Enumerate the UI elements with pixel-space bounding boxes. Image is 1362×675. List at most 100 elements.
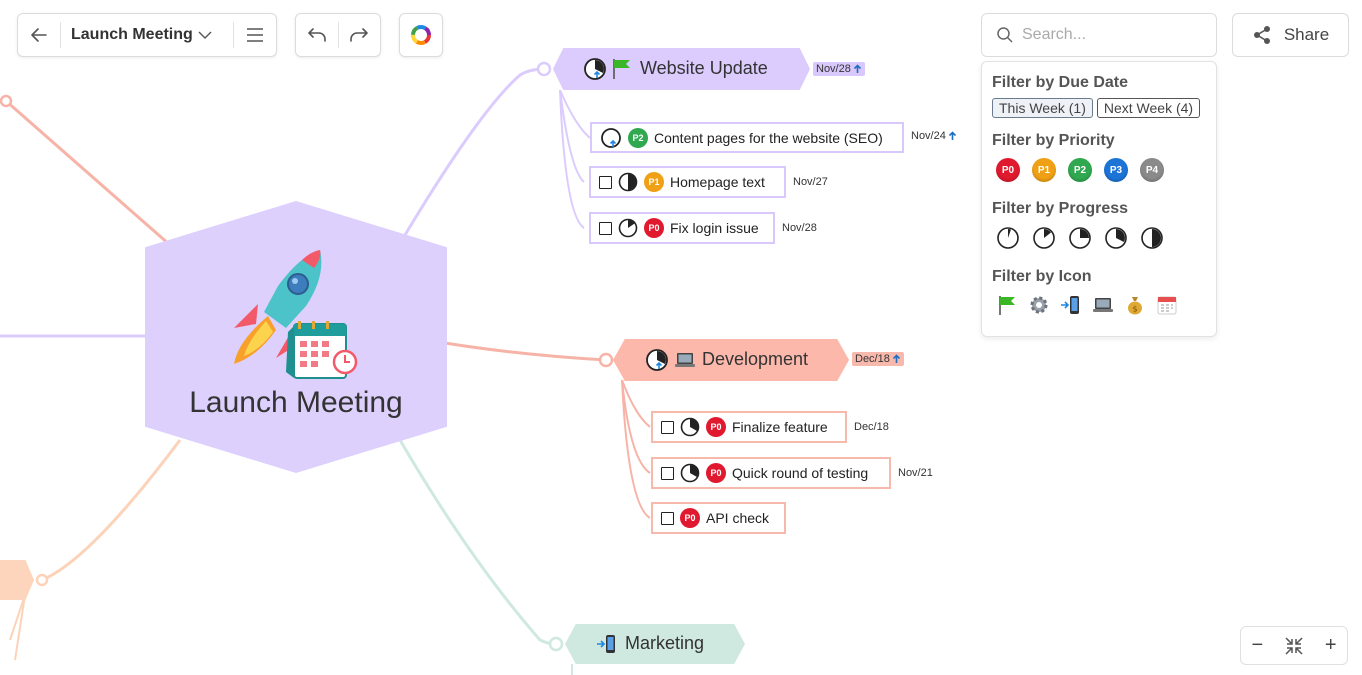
hamburger-menu-icon (247, 28, 263, 42)
theme-toolbar (399, 13, 443, 57)
task-label: Homepage text (670, 174, 765, 190)
rocket-calendar-icon (234, 250, 358, 379)
priority-badge: P2 (628, 127, 648, 148)
map-title: Launch Meeting (71, 26, 193, 43)
redo-button[interactable] (339, 14, 380, 56)
menu-button[interactable] (234, 14, 276, 56)
arrow-up-icon (892, 354, 900, 363)
undo-button[interactable] (296, 14, 338, 56)
filter-icon-heading: Filter by Icon (992, 268, 1092, 285)
arrow-up-icon (853, 64, 861, 73)
task-finalize-feature[interactable]: P0 Finalize feature (651, 411, 847, 443)
map-title-dropdown[interactable]: Launch Meeting (61, 14, 233, 56)
due-date-text: Nov/28 (816, 63, 851, 75)
branch-development-label: Development (702, 349, 809, 369)
central-node-label: Launch Meeting (189, 386, 403, 419)
filter-progress-heading: Filter by Progress (992, 200, 1129, 217)
filter-priority-p4[interactable]: P4 (1140, 158, 1164, 182)
branch-marketing-label: Marketing (625, 633, 705, 653)
search-icon (997, 27, 1013, 43)
due-date-badge: Dec/18 (852, 352, 904, 366)
arrow-left-icon (31, 28, 47, 42)
back-button[interactable] (18, 14, 60, 56)
zoom-out-button[interactable]: − (1251, 634, 1263, 657)
undo-icon (308, 28, 326, 42)
arrow-up-icon (948, 131, 956, 140)
due-date-badge: Nov/28 (813, 62, 865, 76)
task-checkbox[interactable] (599, 175, 612, 189)
progress-50-icon (618, 172, 638, 192)
progress-25-icon[interactable] (1068, 226, 1092, 250)
task-label: API check (706, 510, 770, 526)
filter-priority-heading: Filter by Priority (992, 132, 1115, 149)
progress-indicator-icon (584, 58, 606, 80)
zoom-controls: − + (1240, 626, 1348, 665)
task-checkbox[interactable] (599, 221, 612, 235)
priority-badge: P0 (644, 218, 664, 238)
fit-to-screen-icon[interactable] (1284, 636, 1304, 656)
gear-icon[interactable] (1028, 294, 1050, 316)
progress-20-icon (618, 218, 638, 238)
filter-panel: Filter by Due Date This Week (1) Next We… (981, 61, 1217, 337)
search-box (981, 13, 1217, 57)
share-button[interactable]: Share (1232, 13, 1349, 57)
task-label: Fix login issue (670, 220, 759, 236)
share-icon (1253, 26, 1270, 44)
due-date: Nov/27 (793, 176, 828, 188)
due-date: Nov/28 (782, 222, 817, 234)
task-label: Quick round of testing (732, 465, 869, 481)
chevron-down-icon (198, 31, 212, 39)
svg-text:$: $ (1132, 305, 1137, 314)
filter-priority-p1[interactable]: P1 (1032, 158, 1056, 182)
progress-10-icon[interactable] (996, 226, 1020, 250)
task-content-pages[interactable]: P2 Content pages for the website (SEO) (590, 122, 904, 153)
task-api-check[interactable]: P0 API check (651, 502, 786, 534)
color-theme-button[interactable] (400, 14, 442, 56)
progress-indicator-icon (646, 349, 668, 371)
progress-indicator-icon (601, 127, 621, 148)
money-bag-icon[interactable]: $ (1124, 294, 1146, 316)
laptop-icon (675, 353, 695, 367)
due-date: Dec/18 (854, 421, 889, 433)
filter-priority-p0[interactable]: P0 (996, 158, 1020, 182)
filter-next-week[interactable]: Next Week (4) (1096, 98, 1201, 118)
progress-35-icon[interactable] (1104, 226, 1128, 250)
filter-priority-p2[interactable]: P2 (1068, 158, 1092, 182)
zoom-in-button[interactable]: + (1325, 634, 1337, 657)
progress-20-icon[interactable] (1032, 226, 1056, 250)
due-date-text: Dec/18 (855, 353, 890, 365)
priority-badge: P0 (680, 508, 700, 528)
color-wheel-icon (411, 25, 431, 45)
task-quick-testing[interactable]: P0 Quick round of testing (651, 457, 891, 489)
progress-50-icon[interactable] (1140, 226, 1164, 250)
task-checkbox[interactable] (661, 466, 674, 480)
undo-redo-toolbar (295, 13, 381, 57)
branch-website-update-label: Website Update (640, 58, 768, 78)
priority-badge: P1 (644, 172, 664, 192)
task-homepage-text[interactable]: P1 Homepage text (589, 166, 786, 198)
calendar-icon[interactable] (1156, 294, 1178, 316)
flag-icon[interactable] (996, 294, 1018, 316)
priority-badge: P0 (706, 463, 726, 483)
laptop-icon[interactable] (1092, 294, 1114, 316)
due-date: Nov/21 (898, 467, 933, 479)
progress-35-icon (680, 463, 700, 483)
filter-priority-p3[interactable]: P3 (1104, 158, 1128, 182)
due-date: Nov/24 (911, 130, 957, 142)
flag-icon (613, 59, 630, 79)
share-label: Share (1283, 25, 1330, 44)
due-date-text: Nov/24 (911, 130, 946, 142)
task-checkbox[interactable] (661, 511, 674, 525)
redo-icon (350, 28, 369, 42)
progress-35-icon (680, 417, 700, 437)
task-checkbox[interactable] (661, 420, 674, 434)
priority-badge: P0 (706, 417, 726, 437)
title-toolbar: Launch Meeting (17, 13, 277, 57)
filter-this-week[interactable]: This Week (1) (992, 98, 1093, 118)
task-label: Content pages for the website (SEO) (654, 129, 883, 146)
phone-icon (597, 635, 615, 653)
phone-icon[interactable] (1060, 294, 1082, 316)
task-fix-login[interactable]: P0 Fix login issue (589, 212, 775, 244)
search-input[interactable] (1020, 25, 1204, 45)
task-label: Finalize feature (732, 419, 828, 435)
